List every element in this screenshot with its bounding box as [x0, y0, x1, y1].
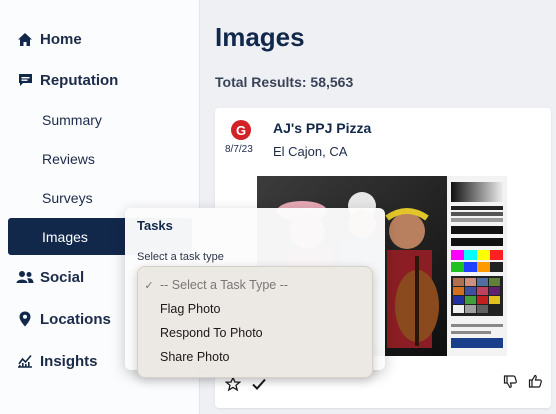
nav-insights-label: Insights — [40, 352, 98, 370]
business-name[interactable]: AJ's PPJ Pizza — [273, 120, 371, 136]
star-icon[interactable] — [224, 375, 242, 397]
task-option-flag-photo[interactable]: Flag Photo — [138, 297, 372, 321]
tasks-popup: Tasks Select a task type ✓ -- Select a T… — [125, 208, 385, 378]
thumbs-up-icon[interactable] — [528, 374, 543, 394]
nav-reputation-label: Reputation — [40, 71, 119, 89]
nav-social-label: Social — [40, 268, 85, 286]
task-type-dropdown[interactable]: ✓ -- Select a Task Type -- Flag Photo Re… — [137, 266, 373, 378]
chart-icon — [16, 352, 34, 370]
page-title: Images — [215, 22, 305, 52]
card-votes — [503, 374, 543, 394]
subnav-surveys[interactable]: Surveys — [42, 190, 93, 206]
task-option-share-photo[interactable]: Share Photo — [138, 345, 372, 369]
task-option-label: Flag Photo — [160, 302, 221, 316]
task-option-label: -- Select a Task Type -- — [160, 278, 289, 292]
nav-locations[interactable]: Locations — [0, 304, 111, 334]
task-option-label: Share Photo — [160, 350, 230, 364]
home-icon — [16, 30, 34, 48]
nav-insights[interactable]: Insights — [0, 346, 98, 376]
google-logo-icon: G — [231, 120, 251, 140]
subnav-reviews[interactable]: Reviews — [42, 151, 95, 167]
task-type-label: Select a task type — [137, 251, 224, 263]
task-option-respond-to-photo[interactable]: Respond To Photo — [138, 321, 372, 345]
nav-reputation[interactable]: Reputation — [0, 65, 118, 95]
task-option-placeholder[interactable]: ✓ -- Select a Task Type -- — [138, 273, 372, 297]
total-results: Total Results: 58,563 — [215, 74, 354, 90]
subnav-images-label: Images — [42, 229, 88, 245]
check-icon[interactable] — [251, 376, 267, 397]
card-date: 8/7/23 — [225, 144, 253, 155]
nav-home-label: Home — [40, 30, 82, 48]
selected-check-icon: ✓ — [144, 279, 154, 292]
chat-icon — [16, 71, 34, 89]
task-option-label: Respond To Photo — [160, 326, 263, 340]
tasks-title: Tasks — [137, 218, 173, 233]
users-icon — [16, 268, 34, 286]
nav-locations-label: Locations — [40, 310, 111, 328]
map-pin-icon — [16, 310, 34, 328]
thumbs-down-icon[interactable] — [503, 374, 518, 394]
nav-social[interactable]: Social — [0, 262, 84, 292]
business-location: El Cajon, CA — [273, 144, 348, 159]
subnav-summary[interactable]: Summary — [42, 112, 102, 128]
card-actions — [224, 375, 267, 397]
nav-home[interactable]: Home — [0, 24, 82, 54]
